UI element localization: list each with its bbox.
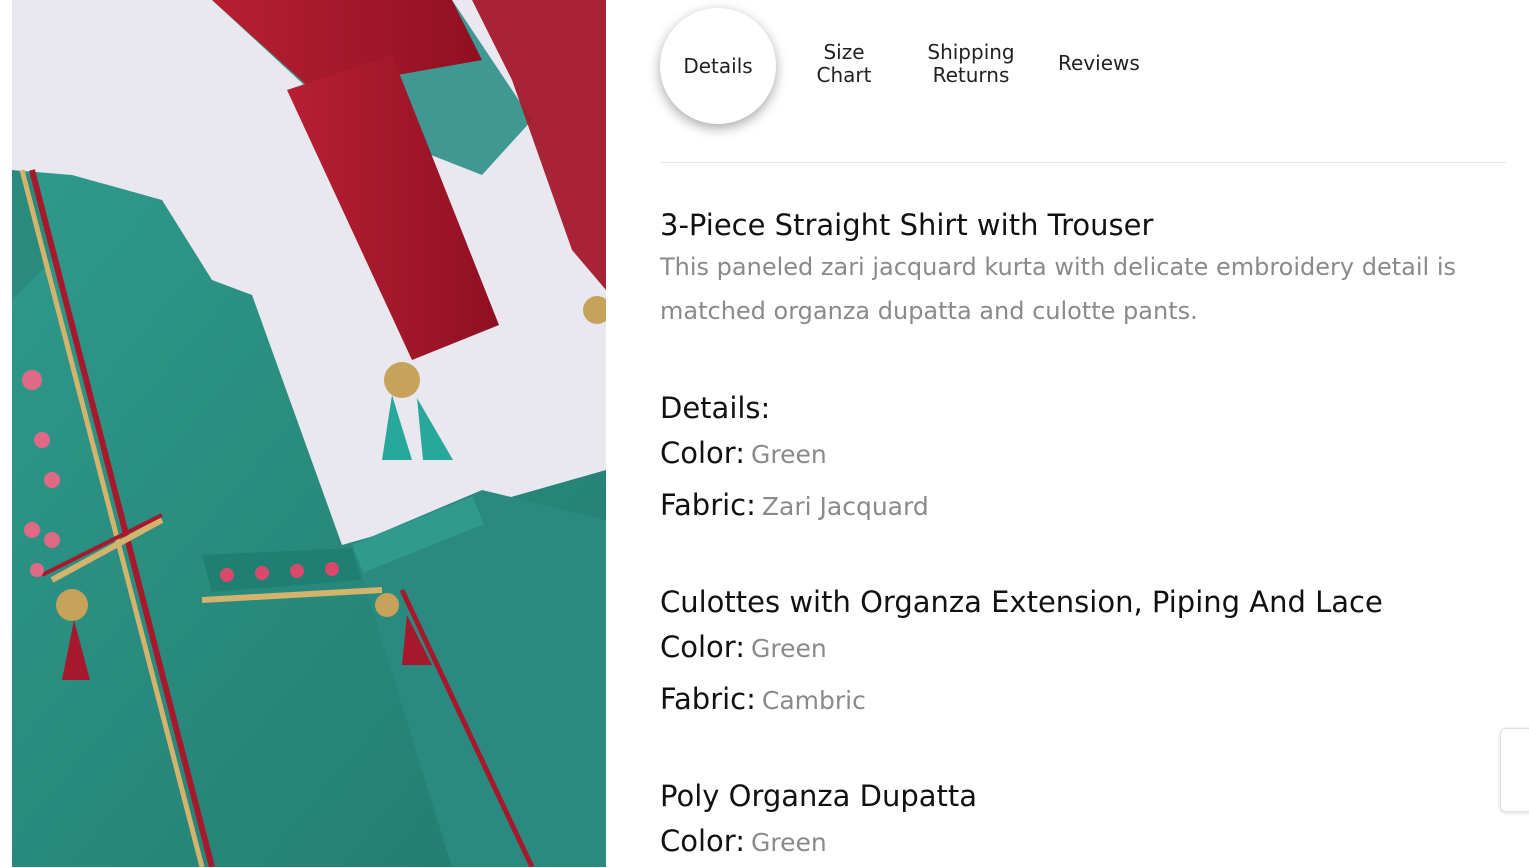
tab-reviews[interactable]: Reviews [1058,52,1140,75]
tab-shipping-returns[interactable]: Shipping Returns [926,41,1016,87]
row-value: Green [750,828,827,857]
tab-details[interactable]: Details [660,8,776,124]
culottes-section: Culottes with Organza Extension, Piping … [660,582,1383,726]
tab-reviews-label: Reviews [1058,51,1140,75]
detail-row-fabric: Fabric: Zari Jacquard [660,480,929,532]
row-label: Fabric: [660,682,756,716]
row-label: Color: [660,630,745,664]
detail-row-color: Color: Green [660,428,929,480]
section-heading: Details: [660,391,771,425]
section-heading: Poly Organza Dupatta [660,779,978,813]
row-label: Fabric: [660,488,756,522]
row-value: Zari Jacquard [761,492,929,521]
product-title: 3-Piece Straight Shirt with Trouser [660,208,1154,242]
details-panel: 3-Piece Straight Shirt with Trouser This… [660,205,1510,858]
floating-side-widget[interactable] [1500,728,1529,812]
row-value: Cambric [761,686,866,715]
tab-size-chart-line-1: Size [823,40,865,64]
tabs-divider [660,162,1506,163]
section-heading: Culottes with Organza Extension, Piping … [660,585,1383,619]
row-label: Color: [660,436,745,470]
dupatta-section: Poly Organza Dupatta Color: Green [660,776,977,868]
product-description: This paneled zari jacquard kurta with de… [660,253,1456,325]
detail-row-fabric: Fabric: Cambric [660,674,1383,726]
product-image [12,0,606,867]
tab-shipping-line-2: Returns [932,63,1010,87]
details-section: Details: Color: Green Fabric: Zari Jacquar… [660,388,929,532]
tab-shipping-line-1: Shipping [927,40,1015,64]
tab-size-chart-line-2: Chart [816,63,872,87]
detail-row-color: Color: Green [660,816,977,868]
row-label: Color: [660,824,745,858]
product-photo [12,0,606,867]
tab-size-chart[interactable]: Size Chart [802,41,886,87]
tab-details-label: Details [683,53,753,78]
row-value: Green [750,440,827,469]
detail-row-color: Color: Green [660,622,1383,674]
row-value: Green [750,634,827,663]
